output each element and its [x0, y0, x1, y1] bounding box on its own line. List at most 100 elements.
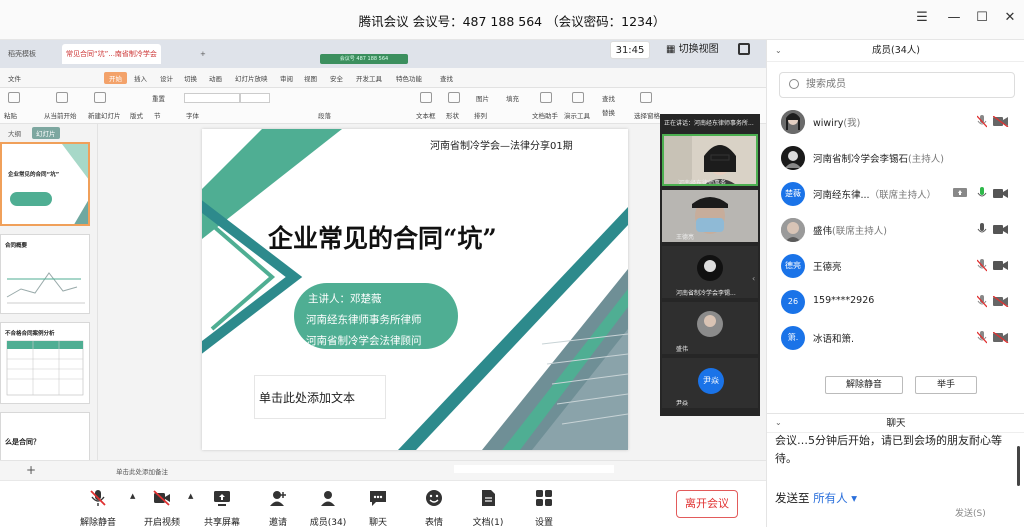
- slide-thumb-1[interactable]: 企业常见的合同“坑”: [0, 142, 90, 226]
- wps-new-tab-icon[interactable]: +: [196, 44, 210, 64]
- member-row[interactable]: 箫. 冰语和箫.: [767, 320, 1017, 356]
- ribbon-picture[interactable]: 图片: [476, 93, 489, 103]
- video-options-caret-icon[interactable]: ▲: [188, 492, 193, 500]
- avatar: 箫.: [781, 326, 805, 350]
- camera-on-icon[interactable]: [993, 224, 1009, 235]
- video-tile-3[interactable]: 河南省制冷学会李锡...: [662, 246, 758, 298]
- member-search-input[interactable]: 搜索成员: [779, 72, 1015, 98]
- ribbon-section[interactable]: 节: [154, 110, 161, 120]
- mic-on-icon[interactable]: [977, 223, 987, 236]
- switch-view-button[interactable]: ▦ 切换视图: [666, 41, 719, 59]
- fullscreen-icon[interactable]: [738, 43, 750, 55]
- avatar: [781, 146, 805, 170]
- video-tile-1[interactable]: 河南经东律师事务...: [662, 134, 758, 186]
- ribbon-paste[interactable]: 粘贴: [4, 110, 17, 120]
- video-tile-2[interactable]: 王德亮: [662, 190, 758, 242]
- wps-tab-document[interactable]: 常见合同“坑”...南省制冷学会: [62, 44, 161, 64]
- send-to-selector[interactable]: 发送至 所有人 ▾: [775, 490, 857, 506]
- ribbon-shape[interactable]: 形状: [446, 110, 459, 120]
- menu-search[interactable]: 查找: [440, 73, 453, 83]
- member-row[interactable]: 26 159****2926: [767, 284, 1017, 320]
- menu-design[interactable]: 设计: [160, 73, 173, 83]
- unmute-all-button[interactable]: 解除静音: [825, 376, 903, 394]
- ribbon-find[interactable]: 查找: [602, 93, 615, 103]
- slide-title: 企业常见的合同“坑”: [268, 224, 497, 253]
- minimize-icon[interactable]: —: [946, 10, 962, 25]
- ribbon-reset[interactable]: 重置: [152, 93, 165, 103]
- emoji-icon: [426, 490, 442, 506]
- mic-off-icon[interactable]: [977, 331, 987, 344]
- side-panel: ⌄ 成员(34人) 搜索成员 wiwiry(我) 河南省制冷学会李锡石(主持人)…: [766, 40, 1024, 527]
- slide-text-placeholder[interactable]: 单击此处添加文本: [254, 375, 386, 419]
- menu-security[interactable]: 安全: [330, 73, 343, 83]
- ribbon-replace[interactable]: 替换: [602, 107, 615, 117]
- camera-off-icon[interactable]: [993, 116, 1009, 127]
- ribbon-from-current[interactable]: 从当前开始: [44, 110, 77, 120]
- close-icon[interactable]: ✕: [1002, 10, 1018, 25]
- ribbon-doc-assistant[interactable]: 文档助手: [532, 110, 558, 120]
- member-row[interactable]: wiwiry(我): [767, 104, 1017, 140]
- menu-icon[interactable]: ☰: [914, 10, 930, 25]
- menu-home[interactable]: 开始: [104, 72, 127, 84]
- camera-off-icon[interactable]: [993, 296, 1009, 307]
- font-size-select[interactable]: [240, 93, 270, 103]
- video-tile-4-name: 盛伟: [676, 346, 689, 353]
- chat-title: 聊天: [886, 418, 906, 429]
- menu-insert[interactable]: 插入: [134, 73, 147, 83]
- unmute-label: 解除静音: [79, 518, 116, 527]
- menu-animation[interactable]: 动画: [209, 73, 222, 83]
- ribbon-present-tools[interactable]: 演示工具: [564, 110, 590, 120]
- mic-off-icon[interactable]: [977, 259, 987, 272]
- ribbon-paragraph: 段落: [318, 112, 331, 120]
- ribbon-selection-pane[interactable]: 选择窗格: [634, 110, 660, 120]
- ribbon-layout[interactable]: 版式: [130, 110, 143, 120]
- menu-features[interactable]: 特色功能: [396, 73, 422, 83]
- collapse-chat-icon[interactable]: ⌄: [775, 413, 782, 432]
- add-slide-plus-icon[interactable]: +: [26, 463, 36, 477]
- member-row[interactable]: 楚薇 河南经东律...（联席主持人）: [767, 176, 1017, 212]
- menu-file[interactable]: 文件: [8, 73, 21, 83]
- wps-tab-template[interactable]: 稻壳模板: [4, 44, 40, 64]
- mic-on-icon[interactable]: [977, 187, 987, 200]
- camera-on-icon[interactable]: [993, 188, 1009, 199]
- slide-thumb-2[interactable]: 合同概要: [0, 234, 90, 314]
- member-row[interactable]: 德亮 王德亮: [767, 248, 1017, 284]
- ribbon-fill[interactable]: 填充: [506, 93, 519, 103]
- selection-pane-icon: [640, 92, 652, 103]
- member-row[interactable]: 盛伟(联席主持人): [767, 212, 1017, 248]
- avatar-yinyan: 尹焱: [698, 368, 724, 394]
- video-tile-5[interactable]: 尹焱 尹焱: [662, 358, 758, 408]
- members-title: 成员(34人): [871, 45, 920, 56]
- menu-view[interactable]: 视图: [304, 73, 317, 83]
- collapse-members-icon[interactable]: ⌄: [775, 40, 782, 62]
- font-select[interactable]: [184, 93, 240, 103]
- slide-thumb-4[interactable]: 么是合同？: [0, 412, 90, 460]
- notes-placeholder[interactable]: 单击此处添加备注: [116, 466, 168, 476]
- mic-off-icon[interactable]: [977, 295, 987, 308]
- mic-off-icon[interactable]: [977, 115, 987, 128]
- ribbon-new-slide[interactable]: 新建幻灯片: [88, 110, 121, 120]
- leave-meeting-button[interactable]: 离开会议: [676, 490, 738, 518]
- tab-outline[interactable]: 大纲: [8, 128, 21, 138]
- camera-off-icon[interactable]: [993, 332, 1009, 343]
- ribbon-arrange[interactable]: 排列: [474, 110, 487, 120]
- menu-review[interactable]: 审阅: [280, 73, 293, 83]
- video-tile-4[interactable]: 盛伟: [662, 302, 758, 354]
- menu-devtools[interactable]: 开发工具: [356, 73, 382, 83]
- slide-thumb-3[interactable]: 不合格合同案例分析: [0, 322, 90, 404]
- raise-hand-button[interactable]: 举手: [915, 376, 977, 394]
- member-row[interactable]: 河南省制冷学会李锡石(主持人): [767, 140, 1017, 176]
- camera-on-icon[interactable]: [993, 260, 1009, 271]
- speaking-label: 正在讲话：河南经东律师事务所...: [664, 120, 754, 127]
- audio-options-caret-icon[interactable]: ▲: [130, 492, 135, 500]
- ribbon-textbox[interactable]: 文本框: [416, 110, 436, 120]
- menu-transition[interactable]: 切换: [184, 73, 197, 83]
- meeting-id: 487 188 564: [462, 14, 543, 29]
- menu-slideshow[interactable]: 幻灯片放映: [235, 73, 268, 83]
- maximize-icon[interactable]: ☐: [974, 10, 990, 25]
- member-search-placeholder: 搜索成员: [806, 79, 846, 90]
- tab-slides[interactable]: 幻灯片: [32, 127, 60, 139]
- chat-scrollbar[interactable]: [1017, 446, 1020, 486]
- collapse-strip-icon[interactable]: ‹: [752, 274, 755, 283]
- send-button[interactable]: 发送(S): [955, 506, 986, 519]
